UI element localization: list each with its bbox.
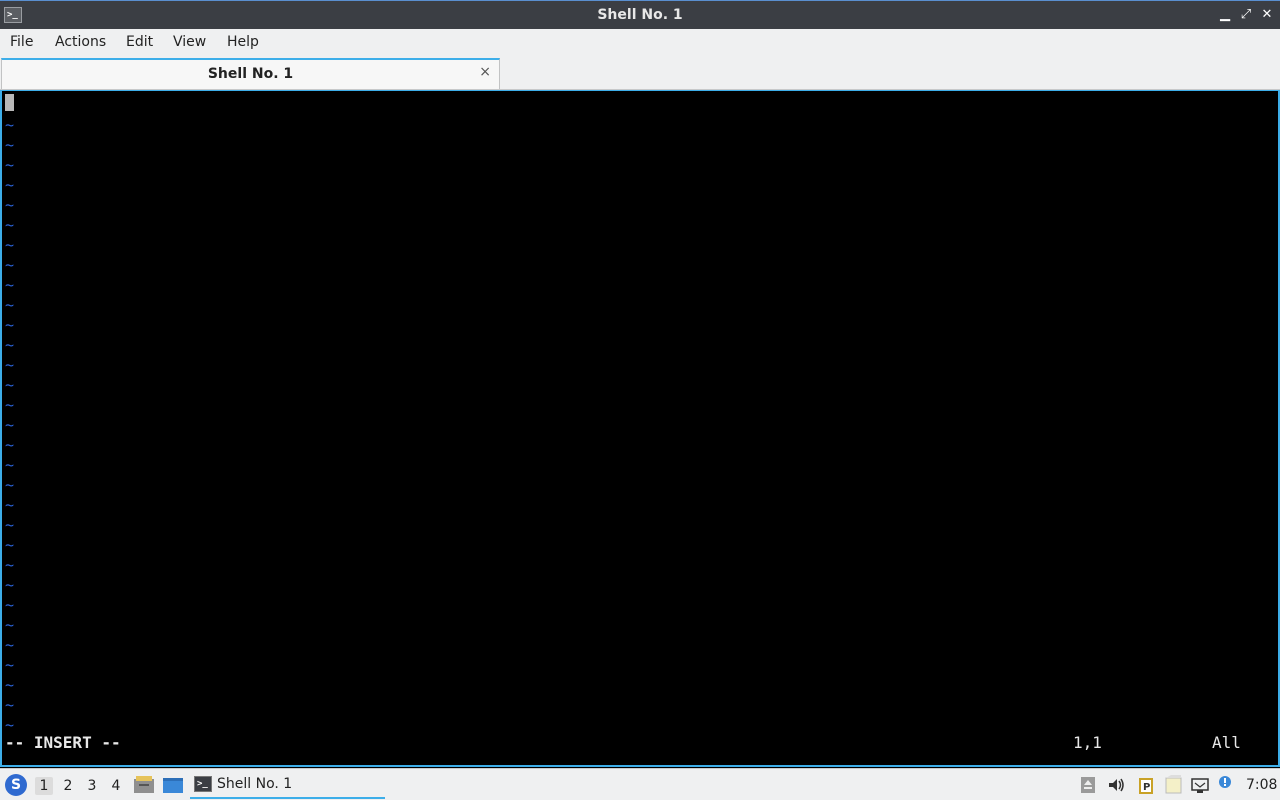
- tab-bar: Shell No. 1 ×: [0, 57, 1280, 90]
- removable-device-icon[interactable]: [1078, 775, 1098, 795]
- menu-view[interactable]: View: [173, 34, 206, 50]
- vim-empty-line-tilde: ~: [5, 536, 15, 554]
- vim-empty-line-tilde: ~: [5, 556, 15, 574]
- window-title: Shell No. 1: [597, 7, 683, 23]
- close-button[interactable]: ✕: [1259, 7, 1275, 23]
- clock[interactable]: 7:08: [1246, 777, 1277, 793]
- start-menu-icon[interactable]: S: [5, 774, 27, 796]
- maximize-button[interactable]: ⤢: [1238, 7, 1254, 23]
- window-titlebar[interactable]: >_ Shell No. 1 ▁ ⤢ ✕: [0, 0, 1280, 29]
- vim-empty-line-tilde: ~: [5, 656, 15, 674]
- desktop-2-button[interactable]: 2: [59, 777, 77, 795]
- task-label: Shell No. 1: [217, 776, 293, 792]
- vim-empty-line-tilde: ~: [5, 576, 15, 594]
- vim-cursor-position: 1,1: [1073, 733, 1102, 752]
- vim-empty-line-tilde: ~: [5, 356, 15, 374]
- vim-empty-line-tilde: ~: [5, 416, 15, 434]
- taskbar-task-shell[interactable]: >_ Shell No. 1: [190, 771, 385, 799]
- menu-help[interactable]: Help: [227, 34, 259, 50]
- vim-empty-line-tilde: ~: [5, 636, 15, 654]
- terminal-task-icon: >_: [194, 776, 212, 792]
- vim-empty-line-tilde: ~: [5, 696, 15, 714]
- minimize-button[interactable]: ▁: [1217, 7, 1233, 23]
- vim-empty-line-tilde: ~: [5, 236, 15, 254]
- vim-scroll-indicator: All: [1212, 733, 1241, 752]
- notes-icon[interactable]: [1163, 775, 1183, 795]
- svg-text:P: P: [1143, 782, 1150, 793]
- desktop-3-button[interactable]: 3: [83, 777, 101, 795]
- vim-empty-line-tilde: ~: [5, 216, 15, 234]
- vim-empty-line-tilde: ~: [5, 676, 15, 694]
- terminal-area[interactable]: -- INSERT -- 1,1 All ~ ~ ~ ~ ~ ~ ~ ~ ~ ~ ~ ~ ~ ~ ~ ~ ~ ~ ~…: [0, 90, 1280, 767]
- vim-empty-line-tilde: ~: [5, 176, 15, 194]
- menu-bar: File Actions Edit View Help: [0, 29, 1280, 57]
- vim-empty-line-tilde: ~: [5, 256, 15, 274]
- desktop-4-button[interactable]: 4: [107, 777, 125, 795]
- vim-empty-line-tilde: ~: [5, 336, 15, 354]
- volume-icon[interactable]: [1106, 775, 1126, 795]
- file-manager-icon[interactable]: [133, 775, 155, 795]
- tab-close-icon[interactable]: ×: [479, 64, 491, 80]
- vim-empty-line-tilde: ~: [5, 456, 15, 474]
- vim-empty-line-tilde: ~: [5, 156, 15, 174]
- clipboard-icon[interactable]: P: [1136, 775, 1156, 795]
- desktop-1-button[interactable]: 1: [35, 777, 53, 795]
- show-desktop-icon[interactable]: [162, 775, 184, 795]
- notification-icon[interactable]: [1216, 775, 1236, 795]
- vim-empty-line-tilde: ~: [5, 496, 15, 514]
- vim-empty-line-tilde: ~: [5, 516, 15, 534]
- vim-empty-line-tilde: ~: [5, 476, 15, 494]
- vim-empty-line-tilde: ~: [5, 376, 15, 394]
- vim-empty-line-tilde: ~: [5, 616, 15, 634]
- vim-empty-line-tilde: ~: [5, 196, 15, 214]
- menu-actions[interactable]: Actions: [55, 34, 106, 50]
- vim-empty-line-tilde: ~: [5, 136, 15, 154]
- vim-empty-line-tilde: ~: [5, 116, 15, 134]
- menu-file[interactable]: File: [10, 34, 33, 50]
- vim-empty-line-tilde: ~: [5, 276, 15, 294]
- tab-label: Shell No. 1: [207, 66, 294, 82]
- vim-empty-line-tilde: ~: [5, 436, 15, 454]
- vim-empty-line-tilde: ~: [5, 716, 15, 734]
- tab-shell-1[interactable]: Shell No. 1 ×: [1, 58, 500, 89]
- text-cursor: [5, 94, 14, 111]
- network-icon[interactable]: [1190, 775, 1210, 795]
- taskbar: S 1 2 3 4 >_ Shell No. 1 P 7:08: [0, 768, 1280, 800]
- vim-empty-line-tilde: ~: [5, 316, 15, 334]
- vim-mode-indicator: -- INSERT --: [5, 733, 121, 752]
- vim-empty-line-tilde: ~: [5, 296, 15, 314]
- menu-edit[interactable]: Edit: [126, 34, 153, 50]
- vim-empty-line-tilde: ~: [5, 396, 15, 414]
- vim-empty-line-tilde: ~: [5, 596, 15, 614]
